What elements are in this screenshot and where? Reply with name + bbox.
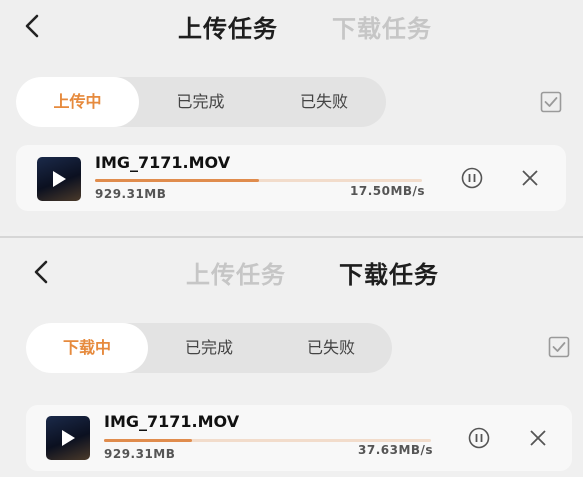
select-checkbox-icon[interactable] [540, 91, 562, 113]
transfer-item[interactable]: IMG_7171.MOV 929.31MB 37.63MB/s [26, 405, 572, 471]
progress-fill [95, 179, 259, 182]
progress-fill [104, 439, 193, 442]
video-thumbnail [46, 416, 90, 460]
transfer-item[interactable]: IMG_7171.MOV 929.31MB 17.50MB/s [16, 145, 566, 211]
tab-completed[interactable]: 已完成 [139, 77, 262, 127]
pause-icon[interactable] [468, 427, 490, 449]
tab-failed[interactable]: 已失败 [270, 323, 392, 373]
transfer-speed: 17.50MB/s [350, 184, 426, 198]
file-name: IMG_7171.MOV [104, 412, 240, 431]
file-size: 929.31MB [95, 187, 167, 201]
transfer-speed: 37.63MB/s [358, 443, 434, 457]
progress-bar [95, 179, 422, 182]
close-icon[interactable] [528, 428, 548, 448]
file-name: IMG_7171.MOV [95, 153, 231, 172]
status-tab-bar: 上传中 已完成 已失败 [16, 77, 386, 127]
upload-task-screen: 上传任务 下载任务 上传中 已完成 已失败 IMG_7171.MOV 929.3… [0, 0, 583, 232]
video-thumbnail [37, 157, 81, 201]
tab-downloading[interactable]: 下载中 [26, 323, 148, 373]
back-chevron-icon[interactable] [23, 14, 41, 38]
tab-title-download[interactable]: 下载任务 [339, 255, 439, 290]
play-icon [62, 430, 75, 446]
select-checkbox-icon[interactable] [548, 336, 570, 358]
pause-icon[interactable] [461, 167, 483, 189]
tab-title-upload[interactable]: 上传任务 [178, 9, 278, 44]
tab-completed[interactable]: 已完成 [148, 323, 270, 373]
tab-uploading[interactable]: 上传中 [16, 77, 139, 127]
tab-title-download[interactable]: 下载任务 [332, 9, 432, 44]
progress-bar [104, 439, 431, 442]
close-icon[interactable] [520, 168, 540, 188]
tab-title-upload[interactable]: 上传任务 [186, 255, 286, 290]
tab-failed[interactable]: 已失败 [262, 77, 386, 127]
back-chevron-icon[interactable] [32, 260, 50, 284]
play-icon [53, 171, 66, 187]
file-size: 929.31MB [104, 447, 176, 461]
download-task-screen: 上传任务 下载任务 下载中 已完成 已失败 IMG_7171.MOV 929.3… [0, 236, 583, 477]
status-tab-bar: 下载中 已完成 已失败 [26, 323, 392, 373]
